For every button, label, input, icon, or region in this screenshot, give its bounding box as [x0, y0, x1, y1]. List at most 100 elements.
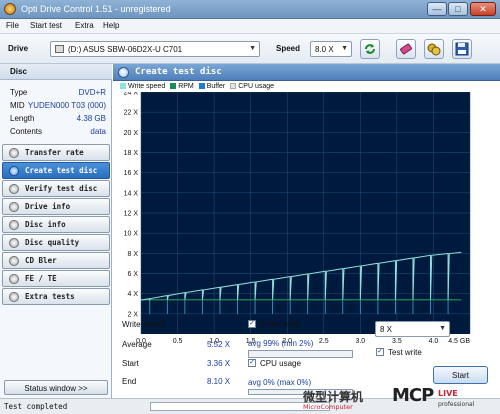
y-tick-label: 4 X: [127, 291, 138, 298]
end-label: End: [122, 377, 137, 386]
start-button[interactable]: Start: [433, 366, 488, 384]
legend-rpm: RPM: [178, 83, 194, 90]
disc-length-value: 4.38 GB: [76, 114, 106, 123]
nav-cd-bler[interactable]: CD Bler: [2, 252, 110, 269]
disc-contents-label: Contents: [10, 127, 43, 136]
speed-select[interactable]: 8.0 X ▼: [310, 41, 352, 57]
write-speed-select-value: 8 X: [380, 325, 393, 334]
test-write-label: Test write: [388, 348, 422, 357]
menu-start-test[interactable]: Start test: [30, 21, 62, 30]
x-tick-label: 0.5: [173, 338, 183, 345]
save-icon: [455, 42, 469, 56]
disc-length-row: Length 4.38 GB: [10, 114, 106, 126]
start-value: 3.36 X: [207, 359, 231, 368]
panel-header: Create test disc: [113, 64, 500, 81]
status-window-button[interactable]: Status window >>: [4, 380, 108, 395]
legend-swatch: [120, 83, 126, 89]
cpu-usage-label: CPU usage: [260, 359, 301, 368]
extra-tests-icon: [9, 292, 19, 302]
app-icon: [4, 3, 16, 15]
nav-disc-quality[interactable]: Disc quality: [2, 234, 110, 251]
end-value: 8.10 X: [207, 377, 231, 386]
y-tick-label: 10 X: [124, 231, 139, 238]
y-tick-label: 2 X: [127, 311, 138, 318]
title-bar: Opti Drive Control 1.51 - unregistered —…: [0, 0, 500, 19]
buffer-level-label: Buffer level: [260, 320, 300, 329]
y-tick-label: 8 X: [127, 251, 138, 258]
x-tick-label: 4.0: [429, 338, 439, 345]
drive-select-value: (D:) ASUS SBW-06D2X-U C701: [68, 45, 183, 54]
speed-select-value: 8.0 X: [315, 45, 334, 54]
disc-heading: Disc: [0, 64, 112, 80]
chevron-down-icon: ▼: [439, 325, 446, 332]
watermark-brand-sub: LIVE: [438, 389, 458, 398]
y-tick-label: 12 X: [124, 211, 139, 218]
nav-label: Verify test disc: [25, 184, 98, 193]
status-text: Test completed: [4, 402, 68, 411]
eraser-icon: [400, 43, 412, 55]
transfer-rate-icon: [9, 148, 19, 158]
legend-swatch: [170, 83, 177, 89]
maximize-button[interactable]: □: [448, 2, 468, 16]
disc-tool-icon: [427, 43, 441, 56]
average-label: Average: [122, 340, 152, 349]
watermark-brand: MCP: [392, 385, 434, 406]
x-tick-label: 2.5: [319, 338, 329, 345]
chevron-down-icon: ▼: [341, 45, 348, 52]
create-disc-icon: [9, 166, 19, 176]
x-tick-label: 3.0: [355, 338, 365, 345]
disc-mid-value: YUDEN000 T03 (000): [27, 101, 106, 110]
verify-disc-icon: [9, 184, 19, 194]
buffer-progress-bar: [248, 350, 353, 358]
write-speed-chart: 2 X 4 X 6 X 8 X 10 X 12 X 14 X 16 X 18 X 20 X 22 X…: [124, 92, 470, 345]
main-panel: Create test disc Write speed RPM Buffer …: [113, 64, 500, 398]
minimize-button[interactable]: —: [427, 2, 447, 16]
window-title: Opti Drive Control 1.51 - unregistered: [21, 4, 171, 14]
legend-swatch: [198, 83, 205, 89]
watermark-suffix: professional: [438, 401, 475, 408]
nav-transfer-rate[interactable]: Transfer rate: [2, 144, 110, 161]
menu-extra[interactable]: Extra: [75, 21, 94, 30]
menu-bar: File Start test Extra Help: [0, 19, 500, 34]
nav-verify-test-disc[interactable]: Verify test disc: [2, 180, 110, 197]
disc-mid-label: MID: [10, 101, 25, 110]
buffer-level-checkbox[interactable]: ✓: [248, 320, 256, 328]
erase-button[interactable]: [396, 39, 416, 59]
y-tick-label: 16 X: [124, 170, 139, 177]
disc-contents-value: data: [90, 127, 106, 136]
disc-info-icon: [9, 220, 19, 230]
nav-fe-te[interactable]: FE / TE: [2, 270, 110, 287]
refresh-icon: [365, 44, 375, 54]
menu-help[interactable]: Help: [103, 21, 119, 30]
nav-label: Extra tests: [25, 292, 75, 301]
drive-label: Drive: [8, 44, 29, 53]
disc-contents-row: Contents data: [10, 127, 106, 139]
cpu-usage-value: avg 0% (max 0%): [248, 378, 312, 387]
legend-swatch: [230, 83, 237, 89]
nav-extra-tests[interactable]: Extra tests: [2, 288, 110, 305]
nav-label: CD Bler: [25, 256, 57, 265]
test-write-checkbox[interactable]: ✓: [376, 348, 384, 356]
menu-file[interactable]: File: [6, 21, 19, 30]
watermark-microcomputer: MicroComputer: [303, 403, 353, 411]
save-button[interactable]: [452, 39, 472, 59]
refresh-button[interactable]: [360, 39, 380, 59]
write-speed-select[interactable]: 8 X ▼: [375, 321, 450, 337]
start-label: Start: [122, 359, 139, 368]
legend-cpu-usage: CPU usage: [238, 83, 275, 90]
x-tick-label: 4.5 GB: [448, 338, 470, 345]
nav-drive-info[interactable]: Drive info: [2, 198, 110, 215]
legend-write-speed: Write speed: [128, 83, 166, 90]
y-tick-label: 24 X: [124, 92, 139, 97]
create-disc-icon: [118, 67, 129, 78]
close-button[interactable]: ✕: [470, 2, 496, 16]
nav-label: Drive info: [25, 202, 71, 211]
buffer-level-value: avg 99% (min 2%): [248, 339, 314, 348]
drive-select[interactable]: (D:) ASUS SBW-06D2X-U C701 ▼: [50, 41, 260, 57]
nav-create-test-disc[interactable]: Create test disc: [2, 162, 110, 179]
cd-bler-icon: [9, 256, 19, 266]
cpu-usage-checkbox[interactable]: ✓: [248, 359, 256, 367]
nav-disc-info[interactable]: Disc info: [2, 216, 110, 233]
disc-type-value: DVD+R: [78, 88, 106, 97]
disc-tool-button[interactable]: [424, 39, 444, 59]
